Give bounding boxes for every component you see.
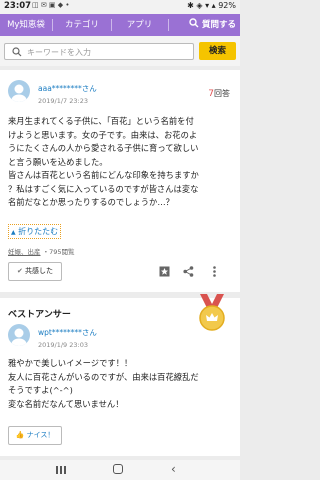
question-line: ？私はすごく気に入っているのですが皆さんは変な — [8, 183, 199, 194]
search-icon — [189, 18, 199, 28]
ask-question-button[interactable]: 質問する — [189, 14, 236, 36]
question-line: うにたくさんの人から愛される子供に育って欲しい — [8, 143, 199, 153]
top-nav: My知恵袋 カテゴリ アプリ 質問する — [0, 14, 240, 36]
avatar[interactable] — [8, 324, 30, 346]
system-nav-bar: ‹ — [0, 460, 240, 480]
view-count: 795閲覧 — [49, 248, 75, 256]
home-icon[interactable] — [113, 464, 123, 474]
recent-apps-icon[interactable] — [56, 466, 58, 474]
question-date: 2019/1/7 23:23 — [38, 97, 88, 105]
question-line: 皆さんは百花という名前にどんな印象を持ちますか — [8, 170, 199, 180]
answer-count-unit: 回答 — [214, 89, 230, 98]
status-indicators: ✱ ◈ ▾ ▴ 92% — [187, 1, 236, 10]
nice-label: ナイス！ — [26, 431, 55, 439]
empathy-label: 共感した — [25, 267, 54, 275]
answer-username[interactable]: wpt********さん — [38, 327, 97, 338]
answer-count: 7回答 — [208, 88, 230, 99]
question-meta: 妊娠、出産 ・795閲覧 — [8, 246, 75, 256]
question-card: aaa********さん 2019/1/7 23:23 7回答 来月生まれてく… — [0, 70, 240, 292]
answer-date: 2019/1/9 23:03 — [38, 341, 88, 349]
answer-body: 雅やかで美しいイメージです！！ 友人に百花さんがいるのですが、由来は百花繚乱だ … — [8, 357, 238, 411]
category-link[interactable]: 妊娠、出産 — [8, 248, 41, 256]
avatar[interactable] — [8, 80, 30, 102]
notification-icons: ◫ ✉ ▣ ◆ • — [32, 1, 70, 9]
back-icon[interactable]: ‹ — [171, 462, 176, 476]
user-silhouette-icon — [11, 84, 27, 102]
empathy-button[interactable]: ✔ 共感した — [8, 262, 62, 281]
share-icon[interactable] — [183, 266, 194, 277]
question-line: けようと思います。女の子です。由来は、お花のよ — [8, 129, 198, 140]
question-line: 来月生まれてくる子供に、「百花」という名前を付 — [8, 116, 194, 126]
question-line: 名前だなとか思ったりするのでしょうか…？ — [8, 197, 174, 207]
search-button[interactable]: 検索 — [199, 42, 236, 60]
search-icon — [12, 47, 22, 57]
collapse-toggle[interactable]: ▲ 折りたたむ — [8, 224, 62, 239]
best-answer-medal-icon — [199, 294, 225, 331]
collapse-label: 折りたたむ — [18, 227, 59, 236]
tab-category[interactable]: カテゴリ — [53, 14, 111, 36]
status-time: 23:07 — [4, 1, 32, 11]
thumbs-up-icon: 👍 — [15, 431, 25, 439]
search-placeholder: キーワードを入力 — [27, 48, 91, 57]
search-input[interactable]: キーワードを入力 — [4, 43, 194, 60]
answer-line: 雅やかで美しいイメージです！！ — [8, 358, 133, 368]
ask-question-label: 質問する — [201, 20, 236, 30]
best-answer-card: ベストアンサー wpt********さん 2019/1/9 23:03 雅やか… — [0, 294, 240, 456]
tab-my-chiebukuro[interactable]: My知恵袋 — [0, 14, 52, 36]
answer-line: 変な名前だなんて思いません！ — [8, 398, 124, 409]
tab-app[interactable]: アプリ — [112, 14, 167, 36]
check-circle-icon: ✔ — [16, 267, 23, 275]
answer-line: 友人に百花さんがいるのですが、由来は百花繚乱だ — [8, 371, 199, 382]
user-silhouette-icon — [11, 328, 27, 346]
answer-line: そうですよ(^-^) — [8, 385, 73, 395]
nice-button[interactable]: 👍 ナイス！ — [8, 426, 62, 445]
more-icon[interactable] — [209, 266, 220, 277]
bookmark-icon[interactable] — [159, 266, 170, 277]
question-username[interactable]: aaa********さん — [38, 83, 97, 94]
question-line: と言う願いを込めました。 — [8, 156, 108, 167]
chevron-up-icon: ▲ — [11, 229, 16, 236]
best-answer-heading: ベストアンサー — [8, 310, 71, 320]
status-bar: 23:07 ◫ ✉ ▣ ◆ • ✱ ◈ ▾ ▴ 92% — [0, 0, 240, 14]
question-body: 来月生まれてくる子供に、「百花」という名前を付 けようと思います。女の子です。由… — [8, 115, 238, 210]
